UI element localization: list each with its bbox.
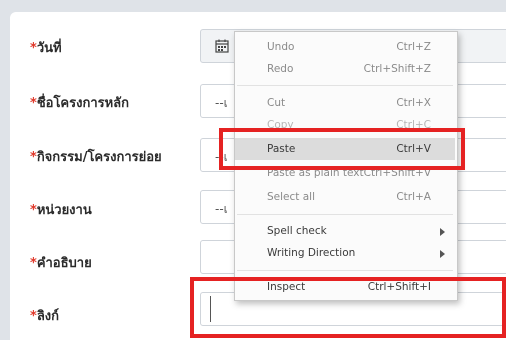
menu-item-undo[interactable]: Undo Ctrl+Z <box>235 36 455 58</box>
main-project-placeholder: --เ <box>215 96 228 110</box>
link-field-highlight-box <box>190 277 506 338</box>
menu-item-spell-check[interactable]: Spell check <box>235 220 455 242</box>
label-date: *วันที่ <box>30 41 62 56</box>
calendar-icon[interactable] <box>215 39 229 53</box>
paste-highlight-box <box>219 128 465 170</box>
label-main-project: *ชื่อโครงการหลัก <box>30 96 130 111</box>
label-description: *คำอธิบาย <box>30 256 92 271</box>
menu-item-select-all[interactable]: Select all Ctrl+A <box>235 186 455 208</box>
chevron-right-icon <box>440 228 445 236</box>
chevron-right-icon <box>440 250 445 258</box>
menu-separator <box>237 270 453 271</box>
label-department: *หน่วยงาน <box>30 203 92 218</box>
label-link: *ลิงก์ <box>30 309 59 324</box>
menu-item-writing-direction[interactable]: Writing Direction <box>235 242 455 264</box>
menu-item-cut[interactable]: Cut Ctrl+X <box>235 92 455 114</box>
label-sub-activity: *กิจกรรม/โครงการย่อย <box>30 150 162 165</box>
menu-separator <box>237 214 453 215</box>
menu-separator <box>237 85 453 86</box>
department-placeholder: --เ <box>215 202 228 216</box>
menu-item-redo[interactable]: Redo Ctrl+Shift+Z <box>235 58 455 80</box>
